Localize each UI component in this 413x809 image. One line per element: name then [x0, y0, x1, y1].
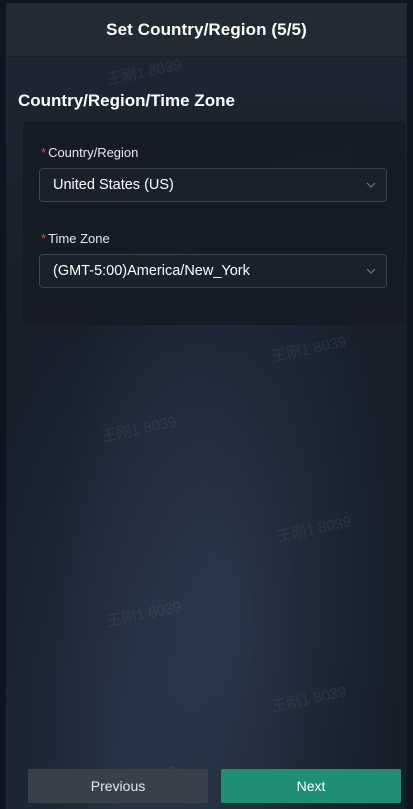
country-label-text: Country/Region	[48, 145, 139, 160]
watermark: 王刚1 8039	[105, 598, 184, 631]
footer-bar: Previous Next	[6, 745, 407, 809]
page-title: Set Country/Region (5/5)	[106, 19, 307, 39]
timezone-select[interactable]: (GMT-5:00)America/New_York	[39, 254, 387, 288]
chevron-down-icon	[366, 268, 376, 274]
country-select-value: United States (US)	[53, 177, 174, 193]
country-select[interactable]: United States (US)	[39, 168, 387, 202]
required-mark: *	[41, 231, 47, 246]
previous-button[interactable]: Previous	[28, 769, 208, 803]
timezone-select-value: (GMT-5:00)America/New_York	[53, 263, 250, 279]
timezone-field-label: * Time Zone	[41, 231, 110, 246]
watermark: 王刚1 8039	[275, 513, 354, 546]
watermark: 王刚1 8039	[270, 683, 349, 716]
watermark: 王刚1 8039	[105, 56, 184, 89]
chevron-down-icon	[366, 182, 376, 188]
required-mark: *	[41, 145, 47, 160]
settings-card: * Country/Region United States (US) * Time…	[23, 121, 406, 325]
timezone-label-text: Time Zone	[48, 231, 110, 246]
watermark: 王刚1 8039	[100, 413, 179, 446]
watermark: 王刚1 8039	[270, 333, 349, 366]
header-bar: Set Country/Region (5/5)	[6, 3, 407, 57]
app-frame: 王刚1 8039 王刚1 8039 王刚1 8039 王刚1 8039 王刚1 …	[6, 3, 407, 809]
next-button[interactable]: Next	[221, 769, 401, 803]
section-title: Country/Region/Time Zone	[18, 91, 235, 110]
country-field-label: * Country/Region	[41, 145, 138, 160]
